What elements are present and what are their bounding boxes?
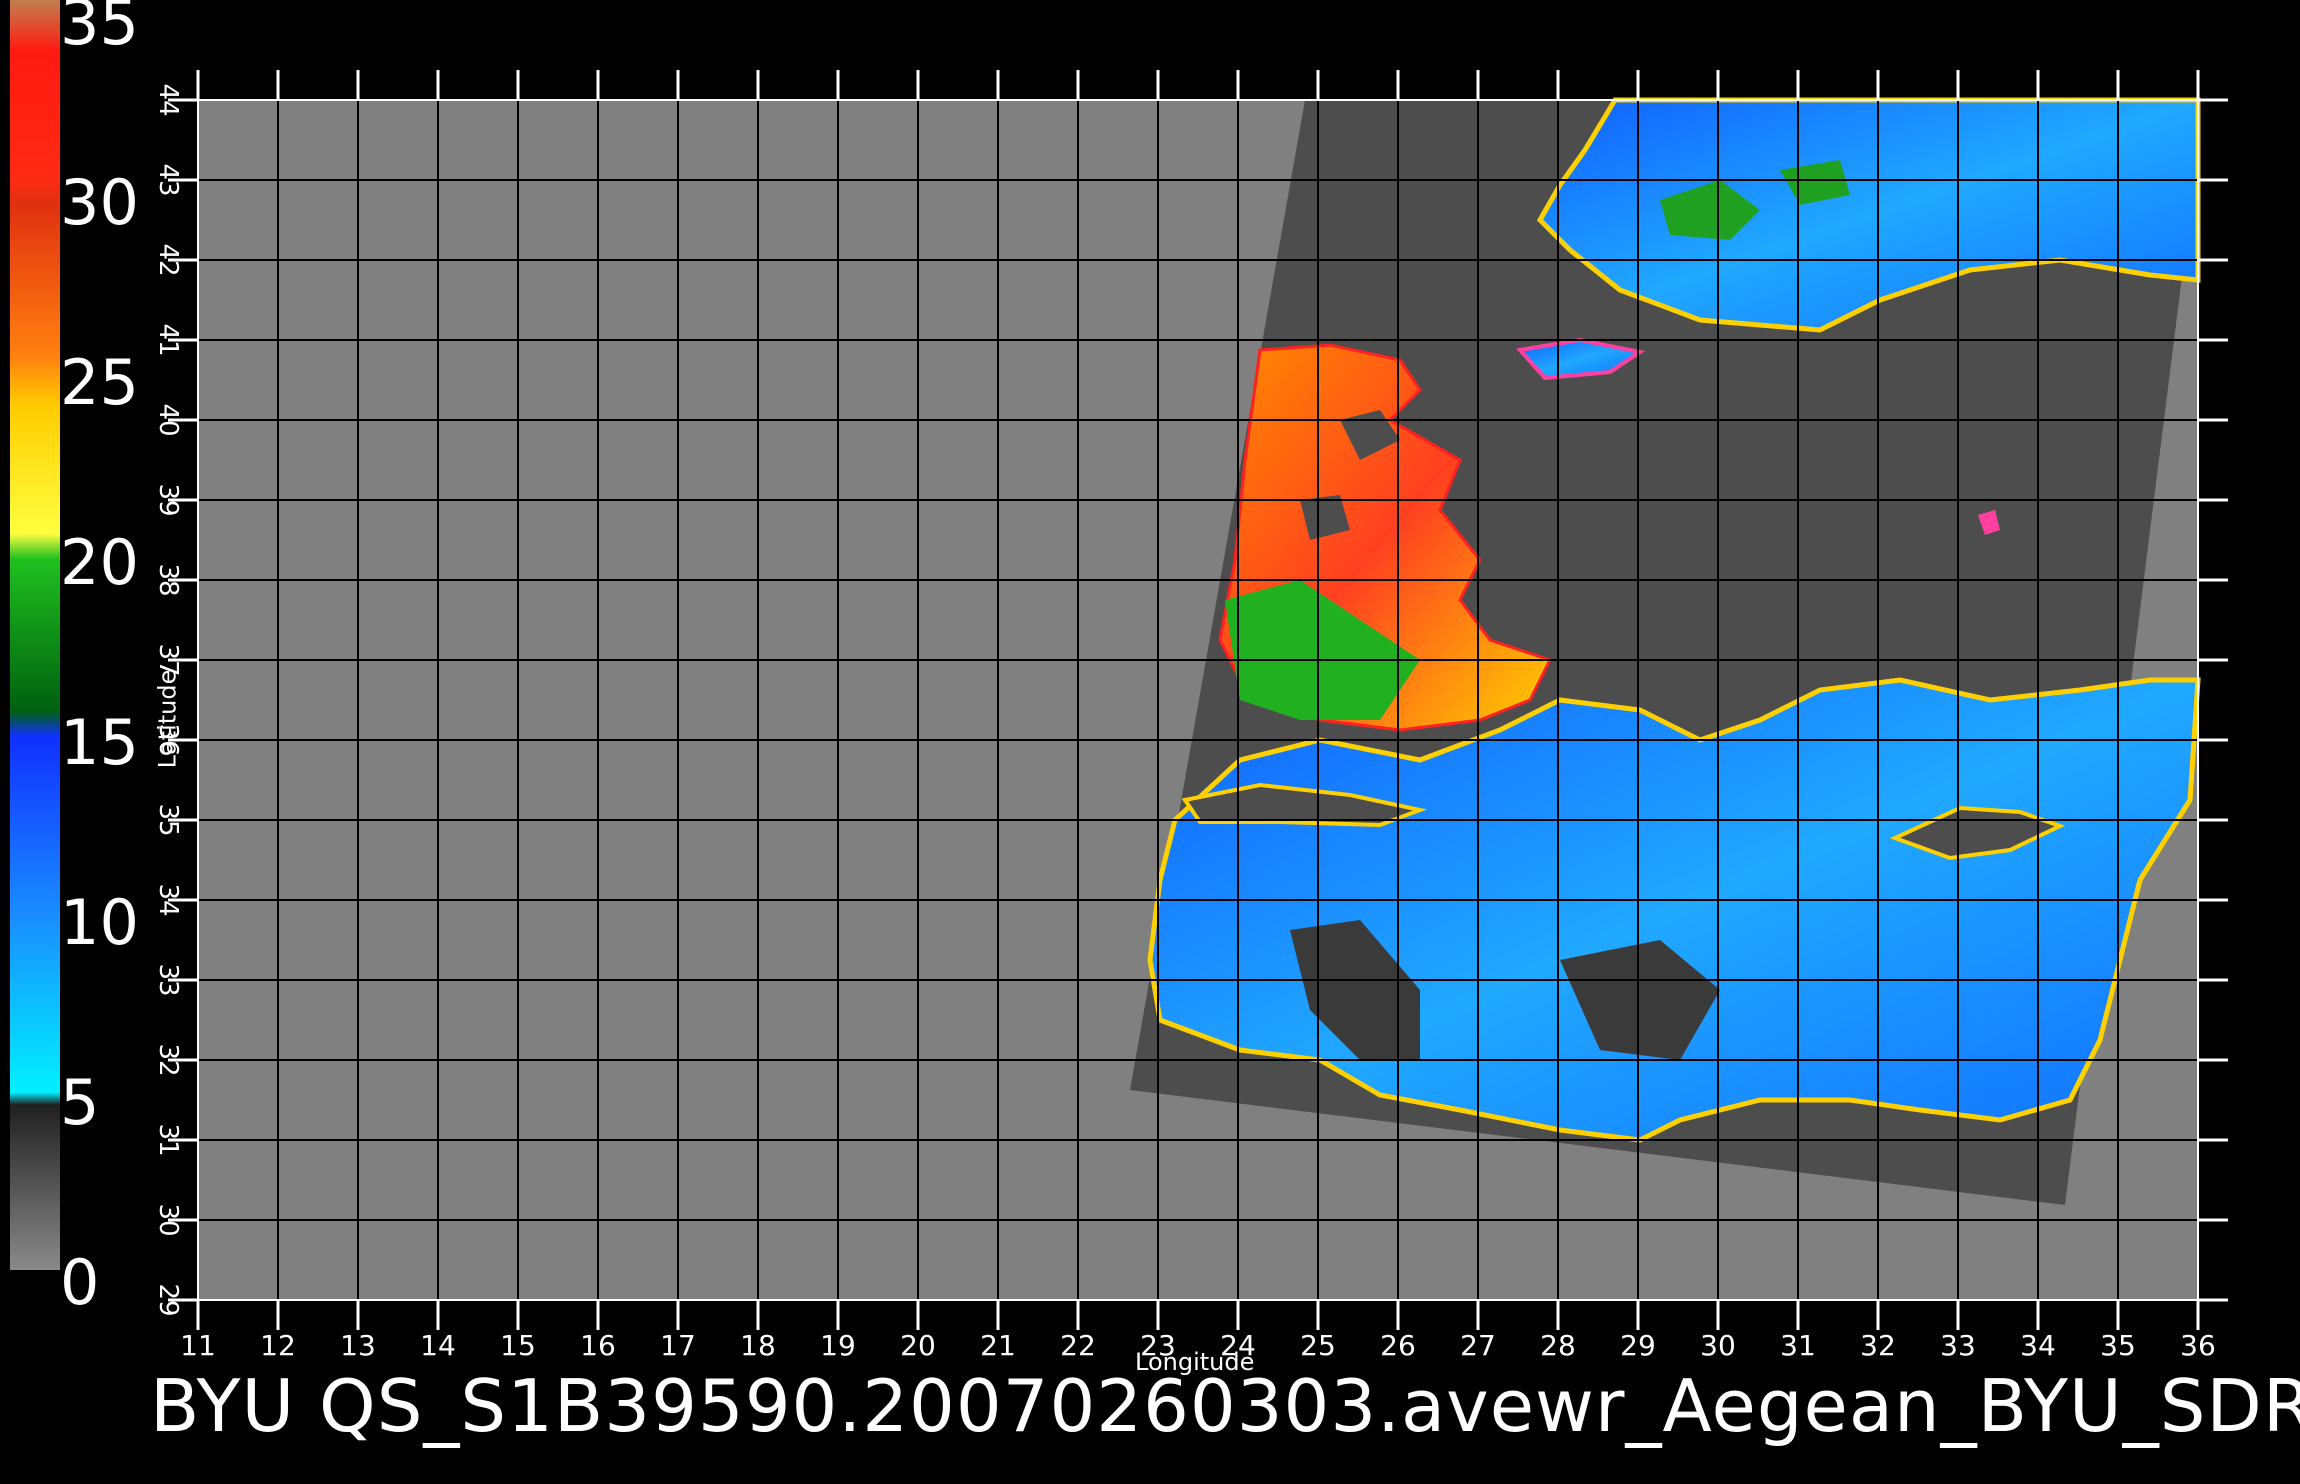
- x-tick-label: 13: [340, 1329, 376, 1362]
- y-tick-label: 44: [153, 83, 183, 116]
- y-tick-label: 35: [153, 803, 183, 836]
- colorbar-label-30: 30: [60, 166, 139, 239]
- x-tick-label: 33: [1940, 1329, 1976, 1362]
- y-tick-label: 31: [153, 1123, 183, 1156]
- colorbar-label-20: 20: [60, 526, 139, 599]
- y-tick-label: 41: [153, 323, 183, 356]
- x-tick-label: 29: [1620, 1329, 1656, 1362]
- y-tick-label: 43: [153, 163, 183, 196]
- colorbar-label-10: 10: [60, 886, 139, 959]
- x-tick-label: 19: [820, 1329, 856, 1362]
- y-tick-label: 29: [153, 1283, 183, 1316]
- y-tick-label: 42: [153, 243, 183, 276]
- x-tick-label: 25: [1300, 1329, 1336, 1362]
- x-tick-label: 17: [660, 1329, 696, 1362]
- x-tick-label: 32: [1860, 1329, 1896, 1362]
- y-tick-label: 30: [153, 1203, 183, 1236]
- x-tick-label: 11: [180, 1329, 216, 1362]
- colorbar-label-25: 25: [60, 346, 139, 419]
- x-tick-label: 35: [2100, 1329, 2136, 1362]
- colorbar-label-15: 15: [60, 706, 139, 779]
- y-tick-label: 34: [153, 883, 183, 916]
- x-tick-label: 26: [1380, 1329, 1416, 1362]
- y-tick-label: 38: [153, 563, 183, 596]
- x-tick-label: 28: [1540, 1329, 1576, 1362]
- x-tick-label: 18: [740, 1329, 776, 1362]
- x-tick-label: 14: [420, 1329, 456, 1362]
- colorbar-label-5: 5: [60, 1066, 100, 1139]
- map-canvas: 11 12 13 14 15 16 17 18 19 20 21 22 23 24 25 26 27 28 29 30…: [10, 0, 2228, 1362]
- y-tick-label: 32: [153, 1043, 183, 1076]
- x-tick-label: 31: [1780, 1329, 1816, 1362]
- x-tick-label: 20: [900, 1329, 936, 1362]
- x-tick-label: 16: [580, 1329, 616, 1362]
- figure-title: BYU QS_S1B39590.20070260303.avewr_Aegean…: [150, 1364, 2300, 1448]
- x-tick-label: 22: [1060, 1329, 1096, 1362]
- y-tick-label: 33: [153, 963, 183, 996]
- colorbar-label-0: 0: [60, 1246, 100, 1319]
- x-tick-label: 34: [2020, 1329, 2056, 1362]
- x-tick-label: 36: [2180, 1329, 2216, 1362]
- x-tick-label: 27: [1460, 1329, 1496, 1362]
- y-axis-title: Latitude: [153, 669, 182, 769]
- y-tick-label: 40: [153, 403, 183, 436]
- wind-map-figure: 11 12 13 14 15 16 17 18 19 20 21 22 23 24 25 26 27 28 29 30…: [0, 0, 2300, 1480]
- x-tick-label: 30: [1700, 1329, 1736, 1362]
- y-tick-label: 39: [153, 483, 183, 516]
- colorbar-label-35: 35: [60, 0, 139, 59]
- x-tick-label: 15: [500, 1329, 536, 1362]
- colorbar: [10, 0, 60, 1270]
- x-tick-label: 12: [260, 1329, 296, 1362]
- x-tick-label: 21: [980, 1329, 1016, 1362]
